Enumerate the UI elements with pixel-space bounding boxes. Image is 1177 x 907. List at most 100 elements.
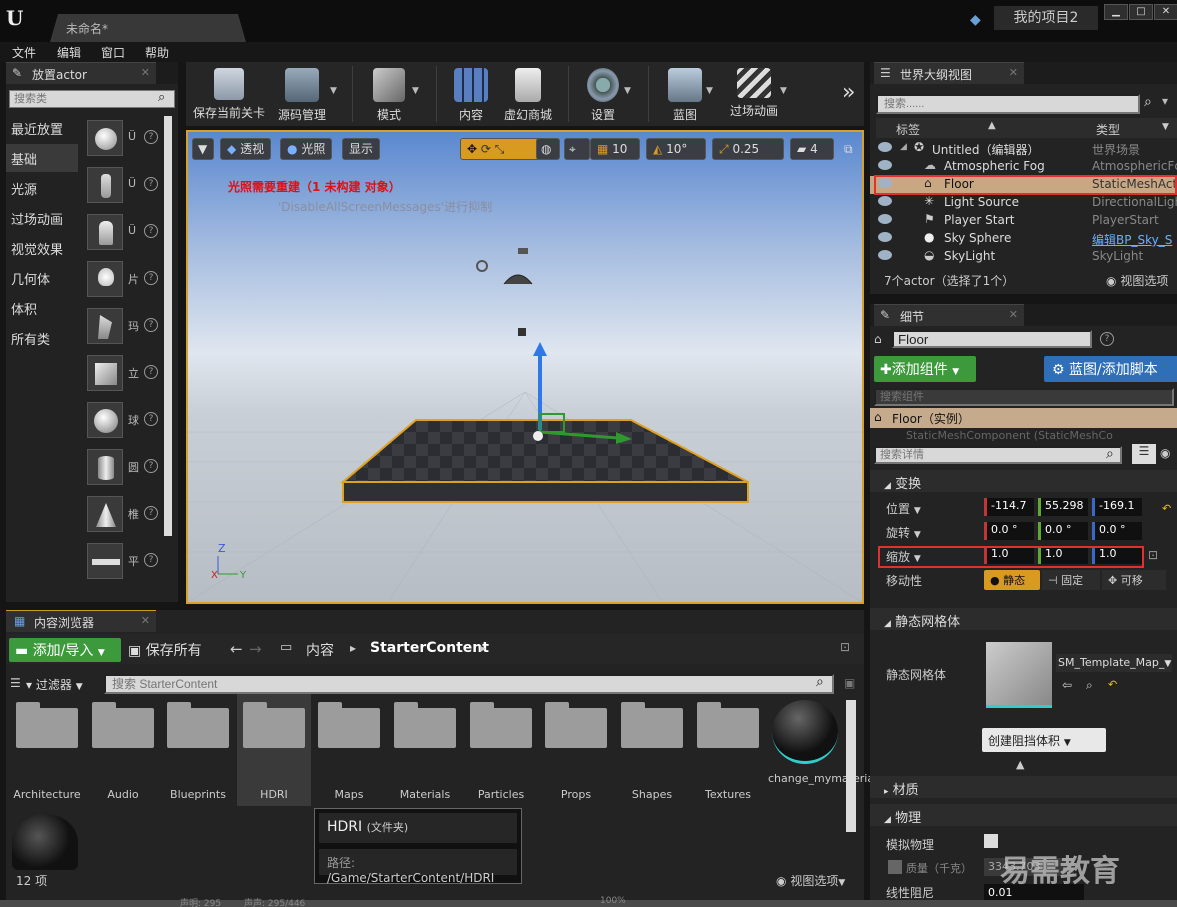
settings-button[interactable]: 设置 bbox=[580, 66, 626, 124]
asset-folder-audio[interactable]: Audio bbox=[86, 694, 160, 806]
visibility-eye-icon[interactable]: ◉ bbox=[1160, 446, 1170, 460]
content-search-input[interactable] bbox=[104, 674, 834, 694]
place-item-player-start[interactable] bbox=[87, 308, 123, 344]
asset-material-change-mymaterial[interactable]: change_mymaterial bbox=[768, 694, 877, 806]
component-search-input[interactable] bbox=[874, 388, 1174, 406]
place-item-plane[interactable] bbox=[87, 543, 123, 579]
category-lights[interactable]: 光源 bbox=[6, 174, 78, 202]
location-y-field[interactable]: 55.298 bbox=[1038, 498, 1088, 516]
chevron-down-icon[interactable]: ▼ bbox=[624, 86, 631, 96]
gizmo-z-arrow[interactable] bbox=[533, 342, 547, 356]
add-import-button[interactable]: ▬ 添加/导入 ▼ bbox=[9, 638, 121, 662]
place-item-cylinder[interactable] bbox=[87, 449, 123, 485]
mass-override-checkbox[interactable] bbox=[888, 860, 902, 874]
rotation-y-field[interactable]: 0.0 ° bbox=[1038, 522, 1088, 540]
tab-close-icon[interactable]: ✕ bbox=[141, 614, 150, 627]
place-item-empty-character[interactable] bbox=[87, 167, 123, 203]
outliner-row-skylight[interactable]: ◒ SkyLight SkyLight bbox=[870, 248, 1177, 266]
blueprint-add-script-button[interactable]: ⚙ 蓝图/添加脚本 bbox=[1044, 356, 1177, 382]
static-mesh-dropdown[interactable]: SM_Template_Map_▼ bbox=[1056, 654, 1172, 672]
visibility-eye-icon[interactable] bbox=[878, 160, 892, 170]
location-label[interactable]: 位置 ▼ bbox=[886, 500, 921, 517]
visibility-eye-icon[interactable] bbox=[878, 214, 892, 224]
content-button[interactable]: 内容 bbox=[448, 66, 494, 124]
rotation-x-field[interactable]: 0.0 ° bbox=[984, 522, 1034, 540]
lock-icon[interactable]: ⊡ bbox=[1148, 548, 1158, 562]
content-view-options-button[interactable]: ◉ 视图选项▼ bbox=[776, 872, 845, 889]
skylight-icon[interactable] bbox=[518, 328, 526, 336]
edit-blueprint-link[interactable]: 编辑BP_Sky_S bbox=[1092, 231, 1177, 248]
category-volumes[interactable]: 体积 bbox=[6, 294, 78, 322]
help-icon[interactable]: ? bbox=[144, 506, 158, 520]
asset-folder-particles[interactable]: Particles bbox=[464, 694, 538, 806]
minimize-button[interactable]: ▁ bbox=[1104, 4, 1128, 20]
breadcrumb-starter-content[interactable]: StarterContent bbox=[370, 640, 489, 656]
section-materials[interactable]: ▸ 材质 bbox=[870, 776, 1177, 798]
forward-arrow-icon[interactable]: → bbox=[249, 640, 262, 658]
category-basic[interactable]: 基础 bbox=[6, 144, 78, 172]
section-physics[interactable]: ◢ 物理 bbox=[870, 804, 1177, 826]
component-instance-row[interactable]: ⌂ Floor（实例） bbox=[870, 408, 1177, 428]
menu-edit[interactable]: 编辑 bbox=[57, 44, 81, 61]
help-icon[interactable]: ? bbox=[1100, 332, 1114, 346]
static-mesh-thumbnail[interactable] bbox=[986, 642, 1052, 708]
asset-folder-hdri[interactable]: HDRI bbox=[237, 694, 311, 806]
help-icon[interactable]: ? bbox=[144, 318, 158, 332]
collapse-advanced-icon[interactable]: ▲ bbox=[1016, 758, 1024, 771]
back-arrow-icon[interactable]: ← bbox=[230, 640, 243, 658]
directional-light-icon[interactable] bbox=[476, 260, 488, 272]
cinematics-button[interactable]: 过场动画 bbox=[724, 66, 784, 124]
place-item-cube[interactable] bbox=[87, 355, 123, 391]
place-item-point-light[interactable] bbox=[87, 261, 123, 297]
filter-menu-icon[interactable]: ☰ bbox=[10, 676, 21, 690]
maximize-button[interactable]: □ bbox=[1129, 4, 1153, 20]
simulate-physics-checkbox[interactable] bbox=[984, 834, 998, 848]
browse-search-icon[interactable]: ⌕ bbox=[1086, 678, 1093, 693]
chevron-down-icon[interactable]: ▼ bbox=[330, 86, 337, 96]
visibility-eye-icon[interactable] bbox=[878, 232, 892, 242]
column-label-header[interactable]: 标签 bbox=[896, 121, 920, 138]
content-browser-tab[interactable]: ▦ 内容浏览器 ✕ bbox=[6, 610, 156, 632]
reset-arrow-icon[interactable]: ↶ bbox=[1108, 678, 1117, 691]
toolbar-more-button[interactable]: » bbox=[842, 80, 855, 105]
blueprints-button[interactable]: 蓝图 bbox=[662, 66, 708, 124]
outliner-row-untitled[interactable]: ◢ ✪ Untitled（编辑器） 世界场景 bbox=[870, 140, 1177, 158]
marketplace-button[interactable]: 虚幻商城 bbox=[500, 66, 556, 124]
place-actor-search-input[interactable] bbox=[9, 90, 175, 108]
location-z-field[interactable]: -169.1 bbox=[1092, 498, 1142, 516]
filters-button[interactable]: ▾ 过滤器 ▼ bbox=[26, 676, 83, 693]
tab-close-icon[interactable]: ✕ bbox=[1009, 66, 1018, 79]
place-actor-tab[interactable]: ✎ 放置actor ✕ bbox=[6, 62, 156, 84]
add-component-button[interactable]: ✚添加组件 ▼ bbox=[874, 356, 976, 382]
place-item-empty-actor[interactable] bbox=[87, 120, 123, 156]
mobility-movable-button[interactable]: ✥ 可移 bbox=[1102, 570, 1166, 590]
place-item-empty-pawn[interactable] bbox=[87, 214, 123, 250]
menu-file[interactable]: 文件 bbox=[12, 44, 36, 61]
outliner-row-sky-sphere[interactable]: ● Sky Sphere 编辑BP_Sky_S bbox=[870, 230, 1177, 248]
content-browser-scrollbar[interactable] bbox=[846, 700, 856, 832]
category-recent[interactable]: 最近放置 bbox=[6, 114, 78, 142]
details-search-input[interactable] bbox=[874, 446, 1122, 464]
mobility-static-button[interactable]: ● 静态 bbox=[984, 570, 1040, 590]
help-icon[interactable]: ? bbox=[144, 459, 158, 473]
category-all-classes[interactable]: 所有类 bbox=[6, 324, 78, 352]
menu-help[interactable]: 帮助 bbox=[145, 44, 169, 61]
level-document-tab[interactable]: 未命名* bbox=[50, 14, 246, 42]
place-item-cone[interactable] bbox=[87, 496, 123, 532]
tab-close-icon[interactable]: ✕ bbox=[1009, 308, 1018, 321]
help-icon[interactable]: ? bbox=[144, 412, 158, 426]
help-icon[interactable]: ? bbox=[144, 130, 158, 144]
asset-folder-shapes[interactable]: Shapes bbox=[615, 694, 689, 806]
outliner-options-icon[interactable]: ▾ bbox=[1162, 94, 1168, 108]
asset-folder-props[interactable]: Props bbox=[539, 694, 613, 806]
help-icon[interactable]: ? bbox=[144, 177, 158, 191]
place-item-sphere[interactable] bbox=[87, 402, 123, 438]
use-selected-arrow-icon[interactable]: ⇦ bbox=[1062, 678, 1072, 692]
column-type-dropdown-icon[interactable]: ▼ bbox=[1162, 122, 1169, 132]
create-blocking-volume-button[interactable]: 创建阻挡体积 ▼ bbox=[982, 728, 1106, 752]
save-level-button[interactable]: 保存当前关卡 bbox=[192, 66, 266, 124]
breadcrumb-content[interactable]: 内容 bbox=[306, 640, 334, 660]
section-transform[interactable]: ◢ 变换 bbox=[870, 470, 1177, 492]
world-outliner-tab[interactable]: ☰ 世界大纲视图 ✕ bbox=[874, 62, 1024, 84]
help-icon[interactable]: ? bbox=[144, 271, 158, 285]
